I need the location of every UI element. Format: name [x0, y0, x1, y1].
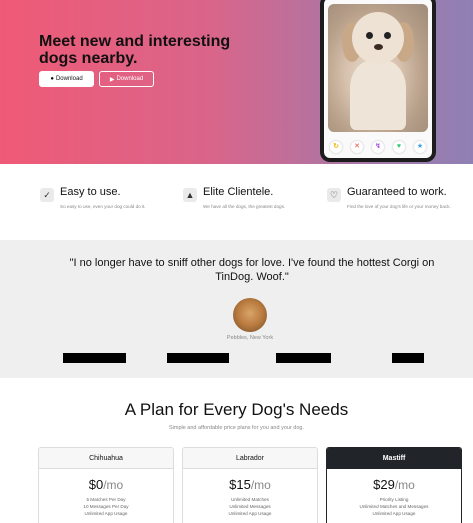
plan-features: Unlimited Matches Unlimited Messages Unl…	[183, 496, 317, 517]
close-icon[interactable]: ✕	[351, 141, 363, 153]
price-value: $0	[88, 477, 104, 492]
apple-download-button[interactable]: ● Download	[39, 71, 94, 87]
plan-card-labrador: Labrador $15/mo Unlimited Matches Unlimi…	[182, 447, 318, 523]
heart-icon: ♡	[327, 188, 341, 202]
pricing-section: A Plan for Every Dog's Needs Simple and …	[0, 378, 473, 523]
features-section: ✓ Easy to use. So easy to use, even your…	[0, 164, 473, 240]
star-icon[interactable]: ★	[414, 141, 426, 153]
plan-name: Mastiff	[327, 448, 461, 469]
plan-price: $15/mo	[183, 477, 317, 492]
feature-title: Guaranteed to work.	[347, 186, 447, 198]
phone-mockup: ↻ ✕ ↯ ♥ ★	[320, 0, 436, 162]
price-period: /mo	[103, 478, 124, 492]
hero-title: Meet new and interesting dogs nearby.	[39, 33, 231, 67]
plan-feature: Unlimited App Usage	[228, 511, 272, 516]
plan-feature: Unlimited Messages	[229, 504, 271, 509]
plan-card-chihuahua: Chihuahua $0/mo 5 Matches Per Day 10 Mes…	[38, 447, 174, 523]
dog-head	[352, 12, 404, 64]
press-logo	[276, 353, 331, 363]
heart-icon[interactable]: ♥	[393, 141, 405, 153]
feature-description: We have all the dogs, the greatest dogs.	[203, 204, 286, 209]
dog-photo	[328, 4, 428, 132]
apple-icon: ●	[50, 76, 54, 82]
dog-nose	[374, 44, 383, 50]
dog-eye	[366, 32, 373, 39]
feature-description: Find the love of your dog's life or your…	[347, 204, 451, 209]
avatar	[233, 298, 267, 332]
pricing-subtitle: Simple and affordable price plans for yo…	[168, 425, 305, 431]
phone-screen: ↻ ✕ ↯ ♥ ★	[324, 0, 432, 158]
plan-feature: Unlimited App Usage	[372, 511, 416, 516]
plan-name: Labrador	[183, 448, 317, 469]
plan-features: Priority Listing Unlimited Matches and M…	[327, 496, 461, 517]
plan-feature: Unlimited App Usage	[84, 511, 128, 516]
press-logo	[392, 353, 424, 363]
plan-feature: Unlimited Matches	[231, 497, 269, 502]
download-label: Download	[116, 76, 144, 82]
check-circle-icon: ✓	[40, 188, 54, 202]
plan-price: $29/mo	[327, 477, 461, 492]
plan-name: Chihuahua	[39, 448, 173, 469]
feature-description: So easy to use, even your dog could do i…	[60, 204, 146, 209]
hero-section: Meet new and interesting dogs nearby. ● …	[0, 0, 473, 164]
plan-features: 5 Matches Per Day 10 Messages Per Day Un…	[39, 496, 173, 517]
plan-feature: Priority Listing	[379, 497, 409, 502]
play-icon: ▶	[109, 76, 115, 83]
price-value: $15	[229, 477, 251, 492]
price-period: /mo	[394, 478, 415, 492]
plan-feature: Unlimited Matches and Messages	[359, 504, 429, 509]
plan-feature: 10 Messages Per Day	[83, 504, 129, 509]
dog-body	[350, 60, 406, 130]
download-label: Download	[55, 76, 83, 82]
testimonial-author: Pebbles, New York	[226, 335, 274, 341]
press-logo	[167, 353, 229, 363]
google-play-download-button[interactable]: ▶ Download	[99, 71, 154, 87]
testimonial-section: "I no longer have to sniff other dogs fo…	[0, 240, 473, 378]
plan-card-mastiff: Mastiff $29/mo Priority Listing Unlimite…	[326, 447, 462, 523]
price-period: /mo	[250, 478, 271, 492]
bolt-icon[interactable]: ↯	[372, 141, 384, 153]
press-logo	[63, 353, 126, 363]
price-value: $29	[373, 477, 395, 492]
feature-title: Elite Clientele.	[203, 186, 274, 198]
pricing-title: A Plan for Every Dog's Needs	[124, 400, 349, 419]
swipe-actions: ↻ ✕ ↯ ♥ ★	[330, 140, 426, 154]
plan-price: $0/mo	[39, 477, 173, 492]
undo-icon[interactable]: ↻	[330, 141, 342, 153]
feature-title: Easy to use.	[60, 186, 121, 198]
graduation-cap-icon: ▲	[183, 188, 197, 202]
testimonial-quote: "I no longer have to sniff other dogs fo…	[69, 257, 435, 283]
dog-eye	[384, 32, 391, 39]
plan-feature: 5 Matches Per Day	[86, 497, 126, 502]
